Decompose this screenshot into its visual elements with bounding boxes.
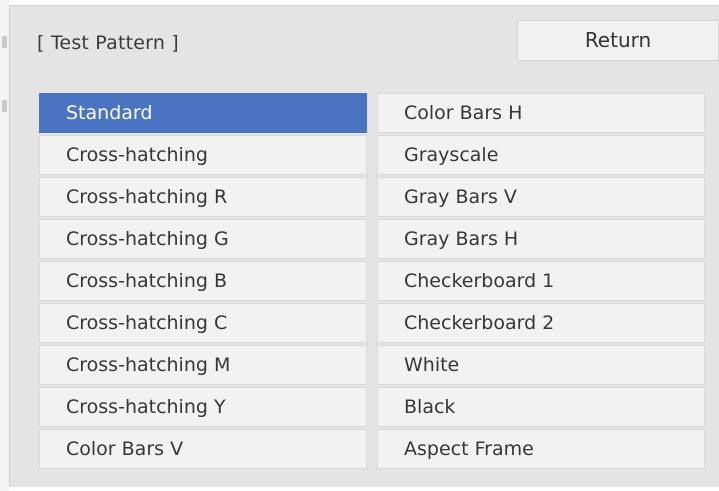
pattern-option-grayscale[interactable]: Grayscale [377, 135, 705, 175]
pattern-option-color-bars-h[interactable]: Color Bars H [377, 93, 705, 133]
pattern-option-cross-hatching-c[interactable]: Cross-hatching C [39, 303, 367, 343]
pattern-option-gray-bars-v[interactable]: Gray Bars V [377, 177, 705, 217]
edge-marker [2, 100, 7, 112]
left-edge-strip [0, 0, 9, 491]
pattern-option-cross-hatching-g[interactable]: Cross-hatching G [39, 219, 367, 259]
pattern-option-white[interactable]: White [377, 345, 705, 385]
edge-marker [2, 36, 7, 48]
pattern-option-cross-hatching[interactable]: Cross-hatching [39, 135, 367, 175]
pattern-option-cross-hatching-y[interactable]: Cross-hatching Y [39, 387, 367, 427]
pattern-option-color-bars-v[interactable]: Color Bars V [39, 429, 367, 469]
pattern-option-checkerboard-1[interactable]: Checkerboard 1 [377, 261, 705, 301]
dialog-title: [ Test Pattern ] [37, 32, 179, 54]
pattern-option-gray-bars-h[interactable]: Gray Bars H [377, 219, 705, 259]
pattern-option-standard[interactable]: Standard [39, 93, 367, 133]
pattern-option-checkerboard-2[interactable]: Checkerboard 2 [377, 303, 705, 343]
pattern-option-cross-hatching-b[interactable]: Cross-hatching B [39, 261, 367, 301]
pattern-option-cross-hatching-m[interactable]: Cross-hatching M [39, 345, 367, 385]
pattern-option-cross-hatching-r[interactable]: Cross-hatching R [39, 177, 367, 217]
pattern-option-aspect-frame[interactable]: Aspect Frame [377, 429, 705, 469]
return-button[interactable]: Return [517, 20, 719, 61]
pattern-option-black[interactable]: Black [377, 387, 705, 427]
